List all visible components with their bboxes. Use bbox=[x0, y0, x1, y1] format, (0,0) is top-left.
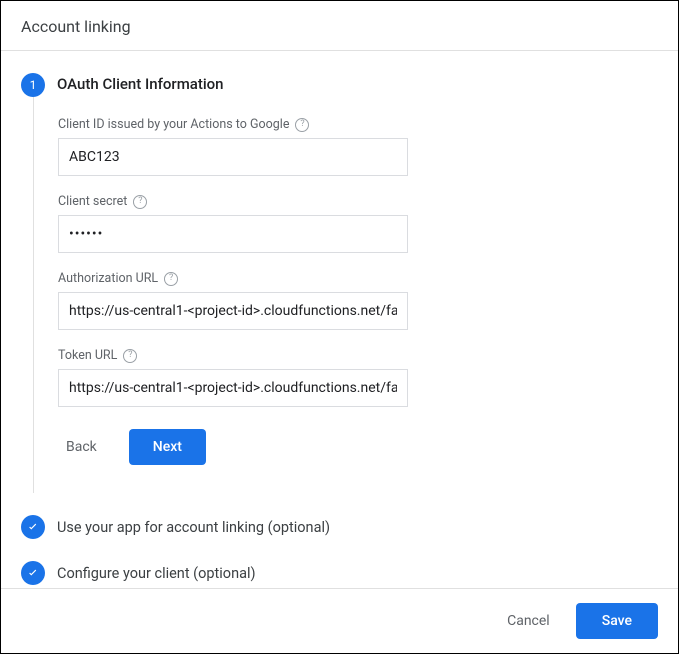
step-app-linking[interactable]: Use your app for account linking (option… bbox=[21, 515, 658, 539]
dialog-footer: Cancel Save bbox=[1, 588, 678, 653]
save-button[interactable]: Save bbox=[576, 603, 658, 639]
client-secret-label-row: Client secret ? bbox=[58, 194, 658, 209]
step-nav-buttons: Back Next bbox=[58, 429, 658, 465]
stepper-content: 1 OAuth Client Information Client ID iss… bbox=[1, 51, 678, 588]
auth-url-label: Authorization URL bbox=[58, 271, 158, 286]
client-secret-label: Client secret bbox=[58, 194, 127, 209]
token-url-group: Token URL ? bbox=[58, 348, 658, 407]
client-id-group: Client ID issued by your Actions to Goog… bbox=[58, 117, 658, 176]
step-number-badge: 1 bbox=[21, 73, 45, 97]
client-id-input[interactable] bbox=[58, 138, 408, 176]
token-url-label-row: Token URL ? bbox=[58, 348, 658, 363]
auth-url-input[interactable] bbox=[58, 292, 408, 330]
page-header: Account linking bbox=[1, 1, 678, 51]
next-button[interactable]: Next bbox=[129, 429, 206, 465]
token-url-input[interactable] bbox=[58, 369, 408, 407]
step-oauth-title: OAuth Client Information bbox=[57, 73, 224, 93]
check-icon bbox=[26, 566, 40, 580]
token-url-label: Token URL bbox=[58, 348, 117, 363]
client-id-label-row: Client ID issued by your Actions to Goog… bbox=[58, 117, 658, 132]
step-configure-client[interactable]: Configure your client (optional) bbox=[21, 561, 658, 585]
client-secret-input[interactable] bbox=[58, 215, 408, 253]
client-secret-group: Client secret ? bbox=[58, 194, 658, 253]
step-complete-badge bbox=[21, 515, 45, 539]
help-icon[interactable]: ? bbox=[123, 349, 137, 363]
page-title: Account linking bbox=[21, 17, 131, 36]
help-icon[interactable]: ? bbox=[164, 272, 178, 286]
cancel-button[interactable]: Cancel bbox=[493, 605, 564, 637]
step-number: 1 bbox=[30, 78, 37, 92]
step-complete-badge bbox=[21, 561, 45, 585]
step-oauth-header: 1 OAuth Client Information bbox=[21, 73, 658, 97]
auth-url-label-row: Authorization URL ? bbox=[58, 271, 658, 286]
step-oauth-body: Client ID issued by your Actions to Goog… bbox=[33, 97, 658, 493]
help-icon[interactable]: ? bbox=[133, 195, 147, 209]
check-icon bbox=[26, 520, 40, 534]
step-app-linking-title: Use your app for account linking (option… bbox=[57, 519, 330, 536]
client-id-label: Client ID issued by your Actions to Goog… bbox=[58, 117, 289, 132]
help-icon[interactable]: ? bbox=[295, 118, 309, 132]
back-button[interactable]: Back bbox=[58, 431, 105, 463]
auth-url-group: Authorization URL ? bbox=[58, 271, 658, 330]
step-configure-client-title: Configure your client (optional) bbox=[57, 565, 256, 582]
